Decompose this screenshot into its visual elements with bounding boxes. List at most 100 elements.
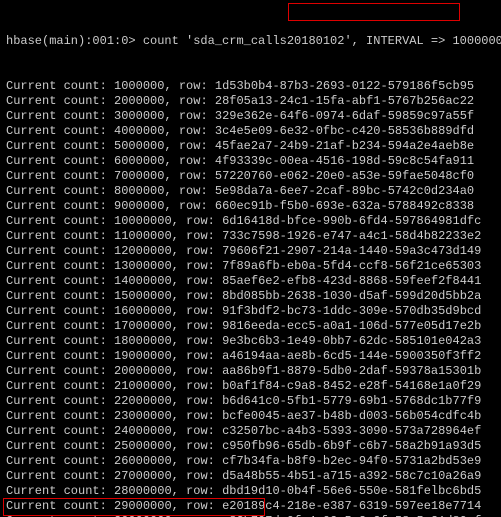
row-value: e20189c4-218e-e387-6319-597ee18e7714	[222, 499, 481, 513]
row-label: , row:	[164, 109, 214, 123]
count-line: Current count: 18000000, row: 9e3bc6b3-1…	[6, 334, 495, 349]
row-value: 8bd085bb-2638-1030-d5af-599d20d5bb2a	[222, 289, 481, 303]
current-count-label: Current count:	[6, 304, 114, 318]
count-line: Current count: 6000000, row: 4f93339c-00…	[6, 154, 495, 169]
current-count-label: Current count:	[6, 334, 114, 348]
count-line: Current count: 28000000, row: dbd19d10-0…	[6, 484, 495, 499]
count-value: 22000000	[114, 394, 172, 408]
current-count-label: Current count:	[6, 409, 114, 423]
row-value: 5e98da7a-6ee7-2caf-89bc-5742c0d234a0	[215, 184, 474, 198]
count-line: Current count: 4000000, row: 3c4e5e09-6e…	[6, 124, 495, 139]
row-value: 1d53b0b4-87b3-2693-0122-579186f5cb95	[215, 79, 474, 93]
row-value: 6d16418d-bfce-990b-6fd4-597864981dfc	[222, 214, 481, 228]
row-value: 45fae2a7-24b9-21af-b234-594a2e4aeb8e	[215, 139, 474, 153]
current-count-label: Current count:	[6, 379, 114, 393]
row-value: b0af1f84-c9a8-8452-e28f-54168e1a0f29	[222, 379, 481, 393]
count-line: Current count: 19000000, row: a46194aa-a…	[6, 349, 495, 364]
row-label: , row:	[172, 499, 222, 513]
current-count-label: Current count:	[6, 349, 114, 363]
current-count-label: Current count:	[6, 469, 114, 483]
row-label: , row:	[164, 154, 214, 168]
count-value: 26000000	[114, 454, 172, 468]
current-count-label: Current count:	[6, 319, 114, 333]
count-line: Current count: 16000000, row: 91f3bdf2-b…	[6, 304, 495, 319]
current-count-label: Current count:	[6, 169, 114, 183]
count-value: 25000000	[114, 439, 172, 453]
count-line: Current count: 1000000, row: 1d53b0b4-87…	[6, 79, 495, 94]
row-value: 9e3bc6b3-1e49-0bb7-62dc-585101e042a3	[222, 334, 481, 348]
count-line: Current count: 15000000, row: 8bd085bb-2…	[6, 289, 495, 304]
count-line: Current count: 13000000, row: 7f89a6fb-e…	[6, 259, 495, 274]
count-line: Current count: 3000000, row: 329e362e-64…	[6, 109, 495, 124]
row-label: , row:	[172, 304, 222, 318]
count-line: Current count: 5000000, row: 45fae2a7-24…	[6, 139, 495, 154]
current-count-label: Current count:	[6, 244, 114, 258]
count-value: 17000000	[114, 319, 172, 333]
row-label: , row:	[164, 199, 214, 213]
row-label: , row:	[172, 424, 222, 438]
count-line: Current count: 8000000, row: 5e98da7a-6e…	[6, 184, 495, 199]
count-value: 21000000	[114, 379, 172, 393]
row-label: , row:	[172, 229, 222, 243]
count-value: 12000000	[114, 244, 172, 258]
row-value: 660ec91b-f5b0-693e-632a-5788492c8338	[215, 199, 474, 213]
row-value: 57220760-e062-20e0-a53e-59fae5048cf0	[215, 169, 474, 183]
row-value: c950fb96-65db-6b9f-c6b7-58a2b91a93d5	[222, 439, 481, 453]
current-count-label: Current count:	[6, 274, 114, 288]
row-label: , row:	[172, 214, 222, 228]
count-line: Current count: 14000000, row: 85aef6e2-e…	[6, 274, 495, 289]
count-line: Current count: 29000000, row: e20189c4-2…	[6, 499, 495, 514]
row-label: , row:	[172, 484, 222, 498]
count-line: Current count: 26000000, row: cf7b34fa-b…	[6, 454, 495, 469]
count-value: 23000000	[114, 409, 172, 423]
count-value: 29000000	[114, 499, 172, 513]
count-line: Current count: 10000000, row: 6d16418d-b…	[6, 214, 495, 229]
row-label: , row:	[172, 394, 222, 408]
row-value: 329e362e-64f6-0974-6daf-59859c97a55f	[215, 109, 474, 123]
current-count-label: Current count:	[6, 394, 114, 408]
count-value: 20000000	[114, 364, 172, 378]
count-line: Current count: 22000000, row: b6d641c0-5…	[6, 394, 495, 409]
row-label: , row:	[164, 94, 214, 108]
highlight-interval-box	[288, 3, 460, 21]
count-value: 6000000	[114, 154, 164, 168]
row-value: a46194aa-ae8b-6cd5-144e-5900350f3ff2	[222, 349, 481, 363]
row-label: , row:	[172, 409, 222, 423]
row-value: aa86b9f1-8879-5db0-2daf-59378a15301b	[222, 364, 481, 378]
row-value: c32507bc-a4b3-5393-3090-573a728964ef	[222, 424, 481, 438]
current-count-label: Current count:	[6, 484, 114, 498]
count-value: 5000000	[114, 139, 164, 153]
count-value: 15000000	[114, 289, 172, 303]
count-value: 28000000	[114, 484, 172, 498]
row-label: , row:	[172, 319, 222, 333]
count-line: Current count: 7000000, row: 57220760-e0…	[6, 169, 495, 184]
count-lines-block: Current count: 1000000, row: 1d53b0b4-87…	[6, 79, 495, 517]
count-value: 27000000	[114, 469, 172, 483]
count-value: 8000000	[114, 184, 164, 198]
row-value: 79606f21-2907-214a-1440-59a3c473d149	[222, 244, 481, 258]
row-label: , row:	[172, 334, 222, 348]
count-value: 4000000	[114, 124, 164, 138]
current-count-label: Current count:	[6, 199, 114, 213]
row-value: 9816eeda-ecc5-a0a1-106d-577e05d17e2b	[222, 319, 481, 333]
row-label: , row:	[172, 469, 222, 483]
count-value: 13000000	[114, 259, 172, 273]
row-label: , row:	[164, 79, 214, 93]
current-count-label: Current count:	[6, 454, 114, 468]
current-count-label: Current count:	[6, 214, 114, 228]
row-label: , row:	[172, 259, 222, 273]
count-line: Current count: 12000000, row: 79606f21-2…	[6, 244, 495, 259]
row-value: b6d641c0-5fb1-5779-69b1-5768dc1b77f9	[222, 394, 481, 408]
count-line: Current count: 9000000, row: 660ec91b-f5…	[6, 199, 495, 214]
row-value: 28f05a13-24c1-15fa-abf1-5767b256ac22	[215, 94, 474, 108]
row-value: cf7b34fa-b8f9-b2ec-94f0-5731a2bd53e9	[222, 454, 481, 468]
row-label: , row:	[172, 244, 222, 258]
row-value: d5a48b55-4b51-a715-a392-58c7c10a26a9	[222, 469, 481, 483]
row-label: , row:	[164, 184, 214, 198]
count-value: 16000000	[114, 304, 172, 318]
count-value: 14000000	[114, 274, 172, 288]
count-value: 1000000	[114, 79, 164, 93]
row-label: , row:	[164, 124, 214, 138]
count-line: Current count: 2000000, row: 28f05a13-24…	[6, 94, 495, 109]
count-value: 10000000	[114, 214, 172, 228]
